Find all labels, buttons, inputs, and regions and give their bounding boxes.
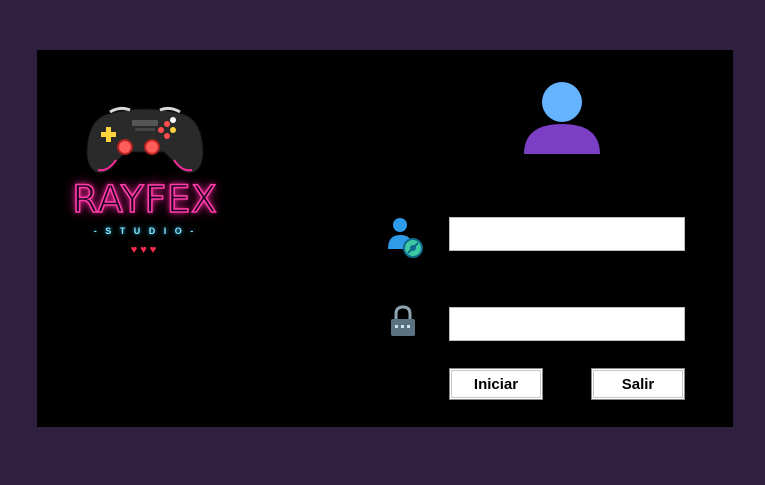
lock-icon bbox=[391, 305, 415, 336]
login-button[interactable]: Iniciar bbox=[449, 368, 543, 400]
username-input[interactable] bbox=[449, 217, 685, 251]
exit-button[interactable]: Salir bbox=[591, 368, 685, 400]
gamepad-icon bbox=[86, 106, 204, 174]
user-gear-icon bbox=[388, 218, 423, 258]
user-avatar-icon bbox=[524, 82, 600, 154]
brand-hearts: ♥♥♥ bbox=[130, 244, 160, 256]
brand-tagline: - S T U D I O - bbox=[93, 226, 197, 236]
brand-name: RAYFEX bbox=[72, 177, 218, 222]
brand-logo: RAYFEX - S T U D I O - ♥♥♥ bbox=[70, 100, 220, 280]
password-input[interactable] bbox=[449, 307, 685, 341]
